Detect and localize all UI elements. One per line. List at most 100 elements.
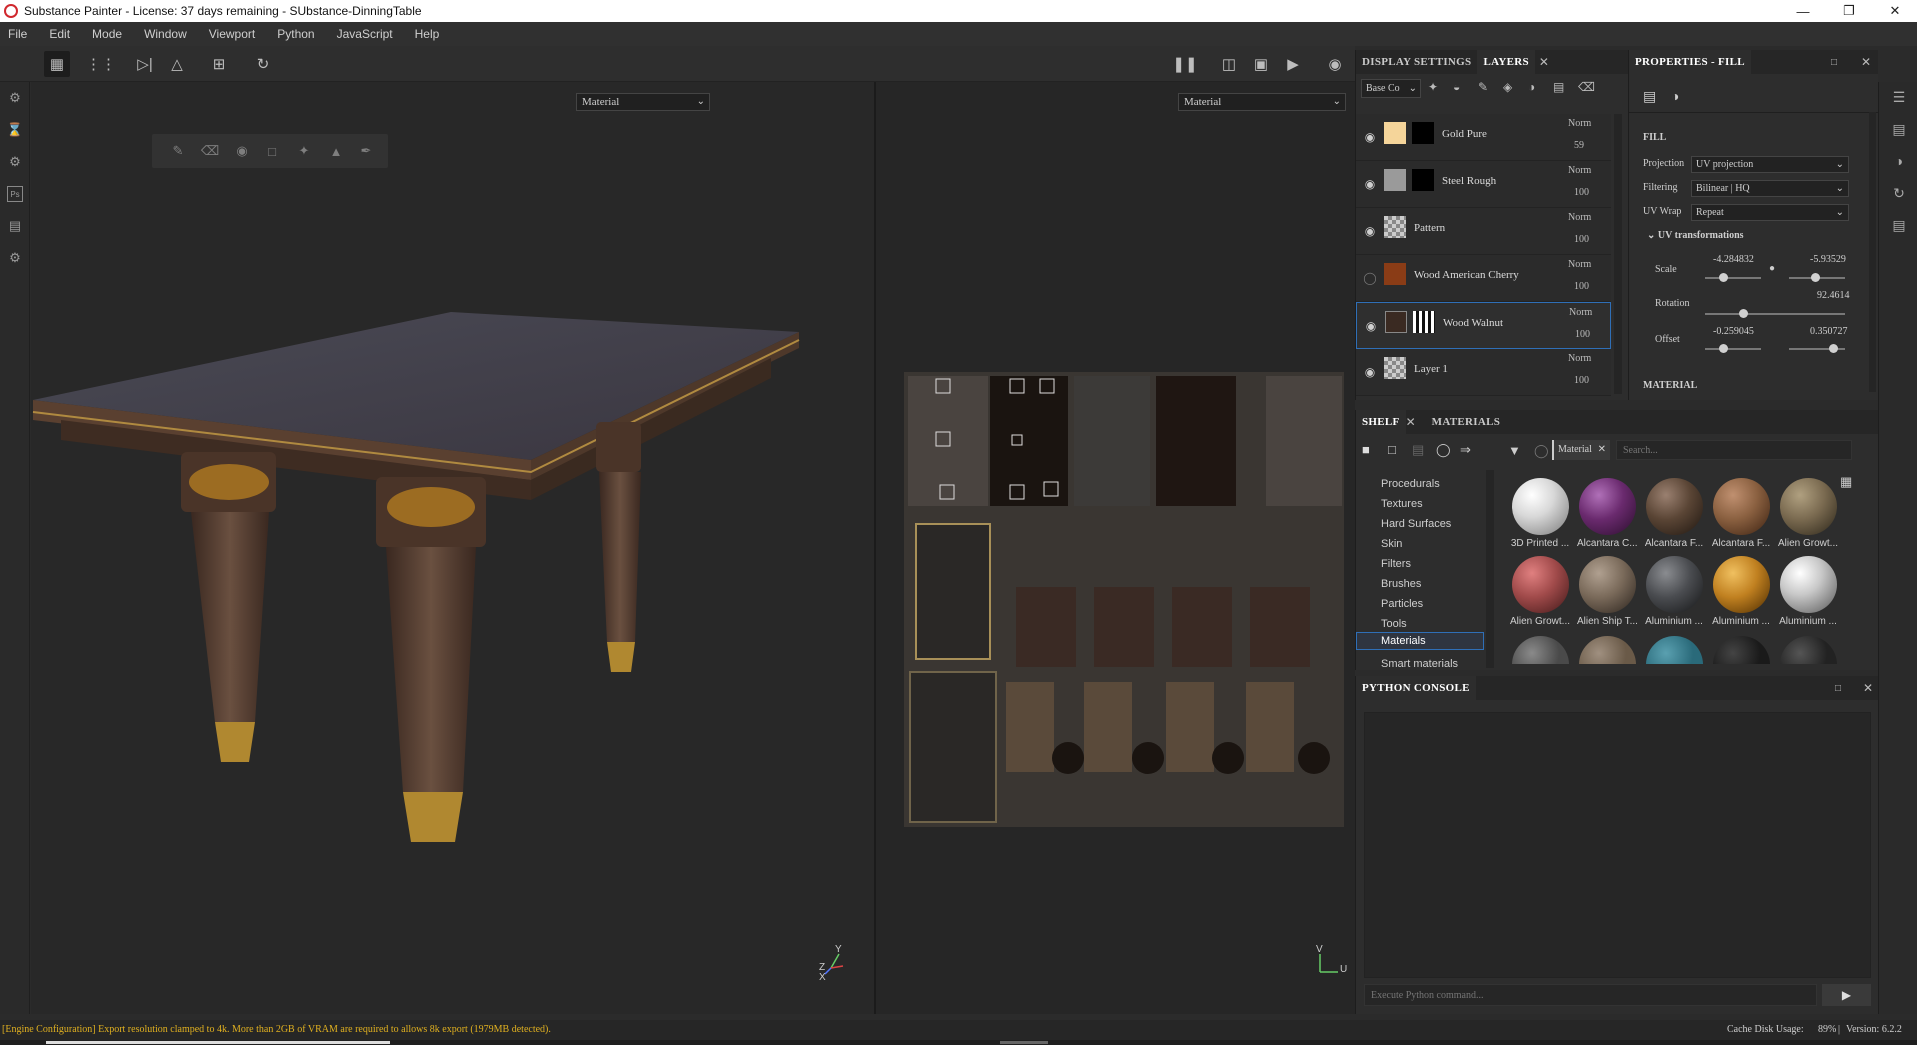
layer-blend-mode[interactable]: Norm — [1568, 353, 1591, 364]
symmetry-x-icon[interactable]: ▷| — [132, 51, 158, 77]
save-icon[interactable]: ▤ — [1412, 442, 1424, 458]
scale-u-value[interactable]: -4.284832 — [1713, 254, 1754, 265]
layers-list-icon[interactable]: ☰ — [1890, 88, 1908, 106]
color-picker-icon[interactable]: ✒ — [358, 143, 374, 159]
scale-v-value[interactable]: -5.93529 — [1810, 254, 1846, 265]
layer-blend-mode[interactable]: Norm — [1568, 165, 1591, 176]
layer-row[interactable]: ◉ Layer 1 Norm 100 — [1356, 349, 1611, 396]
projection-icon[interactable]: ◉ — [234, 143, 250, 159]
log-icon[interactable]: ▤ — [1890, 216, 1908, 234]
texture-set-icon[interactable]: ▤ — [1890, 120, 1908, 138]
layer-row[interactable]: ◯ Wood American Cherry Norm 100 — [1356, 255, 1611, 302]
layer-row[interactable]: ◉ Gold Pure Norm 59 — [1356, 114, 1611, 161]
category-hard-surfaces[interactable]: Hard Surfaces — [1381, 518, 1451, 530]
maximize-button[interactable]: ❐ — [1826, 0, 1872, 22]
material-thumb[interactable] — [1713, 556, 1770, 613]
eye-icon[interactable]: ◉ — [1363, 318, 1379, 334]
offset-u-slider[interactable] — [1705, 348, 1761, 350]
tab-layers[interactable]: LAYERS — [1477, 50, 1535, 74]
polygon-fill-icon[interactable]: □ — [264, 143, 280, 159]
menu-window[interactable]: Window — [144, 27, 187, 41]
add-smart-layer-icon[interactable]: ◑ — [1528, 80, 1535, 94]
symmetry-y-icon[interactable]: △ — [164, 51, 190, 77]
channel-select[interactable]: Base Co ⌄ — [1361, 79, 1421, 98]
history-icon[interactable]: ↻ — [250, 51, 276, 77]
menu-viewport[interactable]: Viewport — [209, 27, 255, 41]
scale-v-knob[interactable] — [1811, 273, 1820, 282]
python-command-input[interactable] — [1364, 984, 1817, 1006]
grid-view-icon[interactable]: ▦ — [1840, 474, 1852, 490]
viewport-3d-mode-select[interactable]: Material ⌄ — [576, 93, 710, 111]
category-particles[interactable]: Particles — [1381, 598, 1423, 610]
add-effect-icon[interactable]: ✦ — [1428, 80, 1438, 94]
filter-tag[interactable]: Material ✕ — [1552, 440, 1610, 460]
layers-scrollbar[interactable] — [1614, 114, 1622, 394]
brush-icon[interactable]: ✎ — [170, 143, 186, 159]
layer-blend-mode[interactable]: Norm — [1568, 259, 1591, 270]
layer-opacity[interactable]: 100 — [1574, 375, 1589, 386]
layer-blend-mode[interactable]: Norm — [1569, 307, 1592, 318]
gear-small-icon[interactable]: ⚙ — [7, 154, 23, 170]
viewport-3d[interactable]: Material ⌄ Y Z X — [31, 82, 874, 1014]
add-fill-layer-icon[interactable]: ◈ — [1503, 80, 1512, 94]
category-textures[interactable]: Textures — [1381, 498, 1423, 510]
eye-icon[interactable]: ◉ — [1362, 176, 1378, 192]
material-icon[interactable]: ◑ — [1890, 152, 1908, 170]
layer-blend-mode[interactable]: Norm — [1568, 212, 1591, 223]
category-materials-selected[interactable]: Materials — [1356, 632, 1484, 650]
filter-icon[interactable]: ▼ — [1508, 443, 1521, 458]
fill-settings-icon[interactable]: ▤ — [1643, 88, 1656, 105]
layer-row-selected[interactable]: ◉ Wood Walnut Norm 100 — [1356, 302, 1611, 349]
dots-grid-icon[interactable]: ⋮⋮ — [86, 51, 116, 77]
material-thumb[interactable] — [1780, 556, 1837, 613]
eye-icon[interactable]: ◉ — [1362, 223, 1378, 239]
tab-materials[interactable]: MATERIALS — [1426, 410, 1507, 434]
layer-blend-mode[interactable]: Norm — [1568, 118, 1591, 129]
folder-icon[interactable]: ■ — [1362, 442, 1370, 457]
layer-row[interactable]: ◉ Steel Rough Norm 100 — [1356, 161, 1611, 208]
material-thumb[interactable] — [1579, 636, 1636, 664]
run-command-button[interactable]: ▶ — [1822, 984, 1871, 1006]
refresh-icon[interactable]: ◯ — [1534, 443, 1549, 459]
material-sphere-icon[interactable]: ◑ — [1671, 88, 1679, 104]
scale-u-knob[interactable] — [1719, 273, 1728, 282]
photoshop-icon[interactable]: Ps — [7, 186, 23, 202]
material-thumb[interactable] — [1780, 478, 1837, 535]
eraser-icon[interactable]: ⌫ — [201, 143, 219, 159]
offset-v-value[interactable]: 0.350727 — [1810, 326, 1848, 337]
screenshot-camera-icon[interactable]: ◉ — [1322, 51, 1348, 77]
clone-stamp-icon[interactable]: ▲ — [328, 143, 344, 159]
undock-icon[interactable]: □ — [1831, 57, 1837, 68]
python-console-output[interactable] — [1364, 712, 1871, 978]
new-file-icon[interactable]: □ — [1388, 442, 1396, 457]
add-box-icon[interactable]: ⊞ — [206, 51, 232, 77]
material-thumb[interactable] — [1646, 556, 1703, 613]
pause-icon[interactable]: ❚❚ — [1172, 51, 1198, 77]
category-filters[interactable]: Filters — [1381, 558, 1411, 570]
material-thumb[interactable] — [1646, 636, 1703, 664]
close-tag-icon[interactable]: ✕ — [1598, 440, 1606, 460]
rotation-slider[interactable] — [1705, 313, 1845, 315]
eye-icon[interactable]: ◉ — [1362, 364, 1378, 380]
shelf-search-input[interactable] — [1616, 440, 1852, 460]
material-thumb[interactable] — [1579, 478, 1636, 535]
close-panel-icon[interactable]: ✕ — [1863, 681, 1873, 695]
category-procedurals[interactable]: Procedurals — [1381, 478, 1440, 490]
close-tab-icon[interactable]: ✕ — [1539, 55, 1549, 69]
close-panel-icon[interactable]: ✕ — [1861, 55, 1871, 69]
category-tools[interactable]: Tools — [1381, 618, 1407, 630]
layer-opacity[interactable]: 100 — [1574, 187, 1589, 198]
layer-opacity[interactable]: 59 — [1574, 140, 1584, 151]
cube-icon[interactable]: ▣ — [1248, 51, 1274, 77]
split-view-icon[interactable]: ◫ — [1216, 51, 1242, 77]
uvwrap-select[interactable]: Repeat ⌄ — [1691, 204, 1849, 221]
category-smart-materials[interactable]: Smart materials — [1381, 658, 1458, 670]
uv-transformations-header[interactable]: ⌄ UV transformations — [1647, 230, 1744, 241]
menu-mode[interactable]: Mode — [92, 27, 122, 41]
layer-opacity[interactable]: 100 — [1574, 281, 1589, 292]
eye-icon[interactable]: ◉ — [1362, 129, 1378, 145]
material-thumb[interactable] — [1713, 636, 1770, 664]
menu-javascript[interactable]: JavaScript — [337, 27, 393, 41]
material-thumb[interactable] — [1646, 478, 1703, 535]
menu-help[interactable]: Help — [415, 27, 440, 41]
